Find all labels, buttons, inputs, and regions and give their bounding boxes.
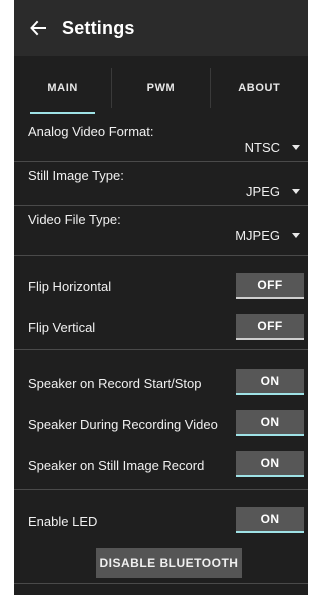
- divider: [14, 255, 308, 256]
- divider: [14, 205, 308, 206]
- tab-main[interactable]: MAIN: [14, 62, 111, 114]
- speaker-during-recording-label: Speaker During Recording Video: [28, 417, 218, 432]
- speaker-record-start-stop-label: Speaker on Record Start/Stop: [28, 376, 202, 391]
- flip-vertical-label: Flip Vertical: [28, 320, 96, 335]
- settings-screen: Settings MAIN PWM ABOUT Analog Video For…: [14, 0, 308, 595]
- flip-horizontal-label: Flip Horizontal: [28, 279, 112, 294]
- back-button[interactable]: [26, 16, 50, 40]
- flip-horizontal-toggle[interactable]: OFF: [236, 273, 304, 299]
- caret-down-icon: [292, 145, 300, 150]
- page-title: Settings: [62, 17, 135, 38]
- video-file-type-select[interactable]: MJPEG: [235, 228, 300, 243]
- flip-vertical-toggle[interactable]: OFF: [236, 314, 304, 340]
- still-image-type-label: Still Image Type:: [28, 168, 124, 183]
- divider: [14, 489, 308, 490]
- speaker-record-start-stop-toggle[interactable]: ON: [236, 369, 304, 395]
- tab-pwm[interactable]: PWM: [112, 62, 209, 114]
- speaker-still-image-toggle[interactable]: ON: [236, 451, 304, 477]
- enable-led-toggle[interactable]: ON: [236, 507, 304, 533]
- analog-video-format-value: NTSC: [244, 140, 280, 155]
- divider: [14, 583, 308, 584]
- divider: [14, 349, 308, 350]
- analog-video-format-select[interactable]: NTSC: [245, 140, 300, 155]
- speaker-still-image-label: Speaker on Still Image Record: [28, 458, 205, 473]
- still-image-type-select[interactable]: JPEG: [246, 184, 300, 199]
- disable-bluetooth-button[interactable]: DISABLE BLUETOOTH: [96, 548, 242, 578]
- caret-down-icon: [292, 233, 300, 238]
- arrow-left-icon: [30, 20, 46, 36]
- still-image-type-value: JPEG: [246, 184, 280, 199]
- tab-bar: MAIN PWM ABOUT: [14, 62, 308, 114]
- enable-led-label: Enable LED: [28, 514, 98, 529]
- speaker-during-recording-toggle[interactable]: ON: [236, 410, 304, 436]
- divider: [14, 161, 308, 162]
- tab-about[interactable]: ABOUT: [211, 62, 308, 114]
- app-bar: Settings: [14, 0, 308, 56]
- analog-video-format-label: Analog Video Format:: [28, 124, 154, 139]
- video-file-type-label: Video File Type:: [28, 212, 121, 227]
- video-file-type-value: MJPEG: [235, 228, 280, 243]
- caret-down-icon: [292, 189, 300, 194]
